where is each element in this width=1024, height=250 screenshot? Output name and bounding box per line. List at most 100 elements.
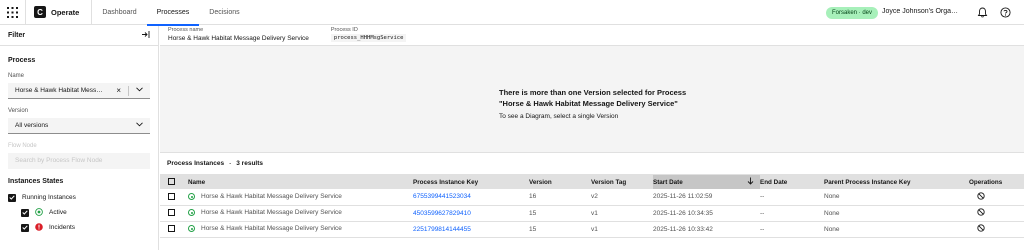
chevron-down-icon[interactable] (136, 87, 143, 94)
organization-name[interactable]: Joyce Johnson's Orga… (882, 8, 966, 15)
row-name: Horse & Hawk Habitat Message Delivery Se… (201, 193, 342, 201)
instances-states-title: Instances States (8, 178, 64, 185)
flow-node-search-input[interactable]: Search by Process Flow Node (8, 153, 150, 169)
column-header-operations: Operations (969, 175, 1024, 189)
app-switcher-icon[interactable] (0, 0, 25, 25)
column-header-instance-key[interactable]: Process Instance Key (413, 175, 529, 189)
version-select[interactable]: All versions (8, 118, 150, 134)
row-start-date: 2025-11-26 11:02:59 (653, 189, 760, 206)
diagram-message: There is more than one Version selected … (499, 87, 689, 120)
start-date-label: Start Date (653, 178, 683, 186)
instance-key-link[interactable]: 2251799814144455 (413, 221, 529, 238)
row-name-cell: Horse & Hawk Habitat Message Delivery Se… (178, 189, 413, 206)
camunda-logo-icon[interactable]: C (34, 6, 46, 18)
table-row[interactable]: Horse & Hawk Habitat Message Delivery Se… (160, 205, 1024, 222)
column-header-parent-key[interactable]: Parent Process Instance Key (824, 175, 969, 189)
version-field-label: Version (8, 108, 29, 114)
row-checkbox[interactable] (168, 225, 175, 233)
process-id-block: Process ID process_HHHMsgService (330, 26, 407, 42)
tab-processes[interactable]: Processes (146, 0, 200, 26)
active-checkbox[interactable]: Active (0, 205, 158, 220)
instances-separator: - (229, 160, 232, 167)
incidents-checkbox[interactable]: Incidents (0, 220, 158, 235)
incidents-label: Incidents (49, 224, 76, 231)
version-value: All versions (15, 122, 49, 129)
divider (128, 85, 129, 96)
row-version-tag: v1 (591, 221, 653, 238)
app-name[interactable]: Operate (51, 8, 79, 17)
row-end-date: -- (760, 189, 824, 206)
instance-key-link[interactable]: 6755399441523034 (413, 189, 529, 206)
main-content: Process name Horse & Hawk Habitat Messag… (160, 26, 1024, 250)
cancel-operation-icon[interactable] (969, 205, 1024, 222)
filter-sidebar: Filter Process Name Horse & Hawk Habitat… (0, 26, 159, 250)
row-parent-key: None (824, 205, 969, 222)
help-icon[interactable] (1000, 7, 1011, 20)
row-parent-key: None (824, 221, 969, 238)
tab-dashboard[interactable]: Dashboard (92, 0, 146, 25)
row-name: Horse & Hawk Habitat Message Delivery Se… (201, 225, 342, 233)
row-version: 15 (529, 221, 591, 238)
row-start-date: 2025-11-26 10:33:42 (653, 221, 760, 238)
diagram-panel: There is more than one Version selected … (160, 46, 1024, 153)
instance-key-link[interactable]: 4503599627829410 (413, 205, 529, 222)
process-id-value[interactable]: process_HHHMsgService (330, 34, 407, 42)
row-name: Horse & Hawk Habitat Message Delivery Se… (201, 209, 342, 217)
column-header-version[interactable]: Version (529, 175, 591, 189)
column-header-version-tag[interactable]: Version Tag (591, 175, 653, 189)
select-all-header (160, 175, 178, 189)
diagram-message-title: There is more than one Version selected … (499, 88, 687, 108)
row-parent-key: None (824, 189, 969, 206)
table-row[interactable]: Horse & Hawk Habitat Message Delivery Se… (160, 189, 1024, 206)
active-state-icon (35, 207, 43, 218)
instances-header: Process Instances - 3 results (160, 153, 1024, 175)
sort-descending-icon[interactable] (747, 177, 754, 187)
chevron-down-icon[interactable] (136, 122, 143, 129)
clear-selection-icon[interactable]: × (116, 86, 121, 95)
instances-count: 3 results (236, 160, 264, 167)
process-name-block: Process name Horse & Hawk Habitat Messag… (168, 26, 309, 42)
filter-header: Filter (0, 26, 158, 46)
notifications-bell-icon[interactable] (977, 7, 988, 20)
running-instances-label: Running Instances (22, 194, 76, 201)
flow-node-placeholder: Search by Process Flow Node (15, 157, 103, 164)
table-row[interactable]: Horse & Hawk Habitat Message Delivery Se… (160, 221, 1024, 238)
process-name-label: Process name (168, 27, 204, 33)
row-end-date: -- (760, 221, 824, 238)
process-name-select[interactable]: Horse & Hawk Habitat Mess… × (8, 83, 150, 99)
checkbox-checked-icon[interactable] (21, 208, 29, 217)
checkbox-checked-icon[interactable] (8, 193, 16, 202)
row-name-cell: Horse & Hawk Habitat Message Delivery Se… (178, 221, 413, 238)
cancel-operation-icon[interactable] (969, 189, 1024, 206)
checkbox-checked-icon[interactable] (21, 223, 29, 232)
tab-decisions[interactable]: Decisions (199, 0, 249, 25)
row-version-tag: v1 (591, 205, 653, 222)
row-version-tag: v2 (591, 189, 653, 206)
running-instances-checkbox[interactable]: Running Instances (0, 190, 158, 205)
row-version: 16 (529, 189, 591, 206)
process-name-value: Horse & Hawk Habitat Mess… (15, 87, 103, 94)
row-start-date: 2025-11-26 10:34:35 (653, 205, 760, 222)
active-state-icon (188, 225, 195, 233)
filter-title: Filter (8, 32, 26, 39)
name-field-label: Name (8, 73, 25, 79)
collapse-panel-icon[interactable] (141, 30, 150, 41)
process-id-label: Process ID (330, 27, 358, 33)
environment-tag: Forsaken · dev (826, 7, 879, 19)
row-checkbox[interactable] (168, 209, 175, 217)
column-header-name[interactable]: Name (178, 175, 413, 189)
column-header-start-date[interactable]: Start Date (653, 175, 760, 189)
flow-node-field-label: Flow Node (8, 143, 37, 149)
row-checkbox[interactable] (168, 193, 175, 201)
row-end-date: -- (760, 205, 824, 222)
incident-state-icon (35, 222, 43, 233)
column-header-end-date[interactable]: End Date (760, 175, 824, 189)
select-all-checkbox[interactable] (168, 178, 175, 186)
process-section-title: Process (8, 57, 36, 64)
active-label: Active (49, 209, 67, 216)
process-header: Process name Horse & Hawk Habitat Messag… (160, 26, 1024, 46)
row-version: 15 (529, 205, 591, 222)
process-name-value: Horse & Hawk Habitat Message Delivery Se… (168, 35, 309, 42)
diagram-message-subtitle: To see a Diagram, select a single Versio… (499, 113, 619, 120)
cancel-operation-icon[interactable] (969, 221, 1024, 238)
